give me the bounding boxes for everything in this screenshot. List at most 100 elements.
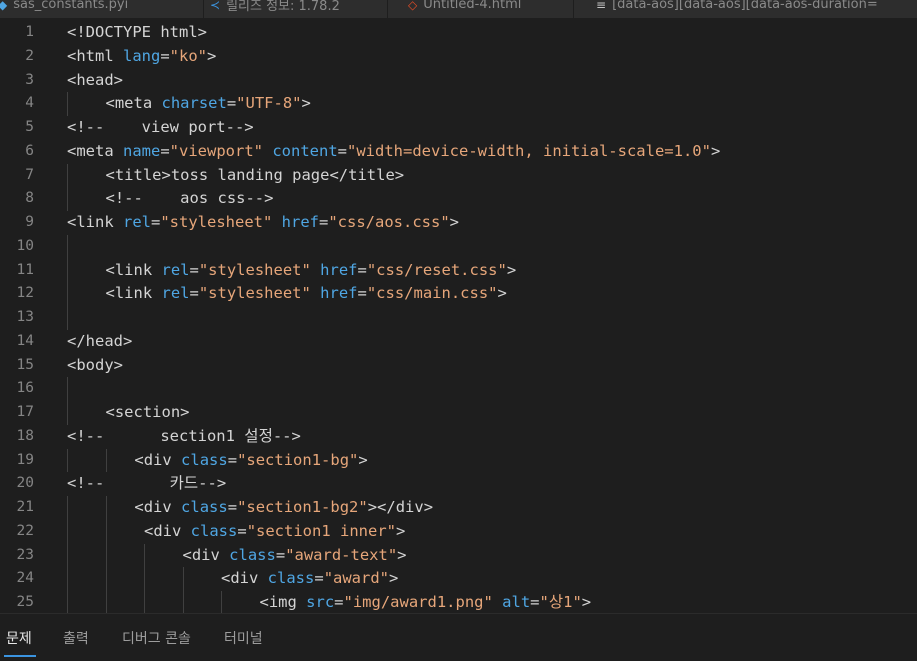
indent-guide [67, 519, 68, 544]
attribute-token: class [267, 569, 315, 588]
tab-debug-console[interactable]: 디버그 콘솔 [122, 628, 191, 648]
code-line[interactable]: 22 <div class="section1 inner"> [0, 519, 917, 544]
indent-guide [144, 543, 145, 568]
tag-token [272, 213, 281, 231]
code-text: <!-- 카드--> [67, 472, 226, 496]
tab-sas-constants[interactable]: ◆ sas_constants.pyi [0, 0, 204, 18]
code-line[interactable]: 17 <section> [0, 401, 917, 425]
tab-label: Untitled-4.html [423, 0, 522, 12]
equals-token: = [189, 260, 199, 279]
tag-token: > [506, 260, 517, 279]
equals-token: = [151, 213, 161, 231]
code-line[interactable]: 8 <!-- aos css--> [0, 187, 917, 211]
code-line[interactable]: 14 </head> [0, 330, 917, 354]
indent-guide [67, 448, 68, 473]
code-line[interactable]: 24 <div class="award"> [0, 567, 917, 591]
equals-token: = [227, 450, 238, 469]
tag-token: <img [259, 593, 307, 611]
attribute-token: name [123, 141, 161, 160]
code-line[interactable]: 13 [0, 306, 917, 330]
attribute-token: rel [161, 284, 190, 303]
code-line[interactable]: 25 <img src="img/award1.png" alt="상1"> [0, 591, 917, 613]
tab-output[interactable]: 출력 [63, 628, 89, 648]
string-token: "section1 inner" [246, 521, 396, 540]
code-line[interactable]: 2 <html lang="ko"> [0, 45, 917, 69]
code-line[interactable]: 3 <head> [0, 69, 917, 93]
string-token: "stylesheet" [160, 213, 273, 231]
equals-token: = [160, 46, 170, 65]
code-line[interactable]: 16 [0, 377, 917, 401]
code-line[interactable]: 6 <meta name="viewport" content="width=de… [0, 140, 917, 164]
code-text: <div class="award"> [221, 567, 398, 591]
attribute-token: src [306, 593, 335, 611]
tag-token: > [358, 450, 368, 469]
editor-tab-bar: ◆ sas_constants.pyi ≺ 릴리즈 정보: 1.78.2 ◇ U… [0, 0, 917, 18]
tag-token: <div [221, 569, 268, 588]
tag-token [263, 142, 272, 160]
attribute-token: href [320, 284, 358, 303]
code-line[interactable]: 20 <!-- 카드--> [0, 472, 917, 496]
indent-guide [67, 92, 68, 116]
line-number: 14 [16, 332, 34, 349]
tag-token: <html [67, 46, 123, 65]
code-line[interactable]: 19 <div class="section1-bg"> [0, 448, 917, 473]
tab-terminal[interactable]: 터미널 [224, 628, 263, 648]
tag-token: > [207, 46, 217, 65]
equals-token: = [314, 569, 324, 588]
code-line[interactable]: 11 <link rel="stylesheet" href="css/reset… [0, 258, 917, 283]
code-line[interactable]: 12 <link rel="stylesheet" href="css/main.… [0, 282, 917, 306]
code-text: <meta name="viewport" content="width=dev… [67, 140, 720, 164]
tab-untitled-4[interactable]: ◇ Untitled-4.html [388, 0, 574, 18]
attribute-token: alt [502, 593, 531, 611]
comment-token: <!-- 카드--> [67, 474, 227, 493]
indent-guide [105, 519, 107, 544]
code-line[interactable]: 5 <!-- view port--> [0, 116, 917, 140]
tab-problems[interactable]: 문제 [6, 628, 32, 648]
tag-token: > [396, 521, 406, 540]
code-editor[interactable]: 1 <!DOCTYPE html> 2 <html lang="ko"> 3 <head>… [0, 21, 917, 613]
indent-guide [67, 306, 68, 330]
code-line[interactable]: 9 <link rel="stylesheet" href="css/aos.cs… [0, 211, 917, 235]
code-line[interactable]: 7 <title>toss landing page</title> [0, 163, 917, 188]
tab-label: 릴리즈 정보: 1.78.2 [226, 0, 340, 14]
bottom-panel-tabs: 문제 출력 디버그 콘솔 터미널 [0, 613, 917, 661]
tag-token: <link [67, 213, 123, 231]
code-text: <!DOCTYPE html> [67, 21, 207, 45]
line-number: 4 [25, 95, 34, 112]
equals-token: = [337, 141, 348, 160]
tab-label: sas_constants.pyi [13, 0, 129, 12]
code-line[interactable]: 18 <!-- section1 설정--> [0, 425, 917, 449]
tag-token: > [581, 593, 592, 611]
code-line[interactable]: 4 <meta charset="UTF-8"> [0, 92, 917, 116]
line-number: 17 [16, 404, 34, 420]
tag-token: <div [144, 521, 191, 540]
attribute-token: rel [161, 260, 190, 279]
line-number: 25 [16, 594, 34, 610]
tag-token: <meta [105, 94, 162, 113]
indent-guide [105, 448, 107, 473]
code-line[interactable]: 10 [0, 234, 917, 259]
indent-guide [67, 496, 68, 520]
line-number: 15 [16, 356, 34, 373]
code-text: <title>toss landing page</title> [106, 164, 405, 188]
tab-release-notes[interactable]: ≺ 릴리즈 정보: 1.78.2 [204, 0, 388, 18]
tag-token: </title> [329, 165, 405, 184]
tag-token: > [301, 94, 311, 113]
line-number: 12 [16, 285, 34, 302]
code-line[interactable]: 23 <div class="award-text"> [0, 543, 917, 568]
code-line[interactable]: 1 <!DOCTYPE html> [0, 21, 917, 45]
line-number: 1 [25, 24, 34, 40]
tab-data-aos-selector[interactable]: ≡ [data-aos][data-aos][data-aos-duration… [574, 0, 917, 18]
line-number: 10 [16, 237, 34, 254]
indent-guide [67, 543, 68, 568]
indent-guide [182, 567, 184, 591]
code-text: <div class="section1-bg2"></div> [134, 496, 433, 520]
code-line[interactable]: 15 <body> [0, 354, 917, 378]
code-line[interactable]: 21 <div class="section1-bg2"></div> [0, 496, 917, 520]
line-number: 3 [25, 71, 34, 88]
tag-token: <meta [67, 141, 123, 160]
line-number: 2 [25, 47, 34, 64]
line-number: 21 [16, 499, 34, 515]
equals-token: = [160, 141, 170, 160]
comment-token: <!-- view port--> [67, 118, 254, 136]
